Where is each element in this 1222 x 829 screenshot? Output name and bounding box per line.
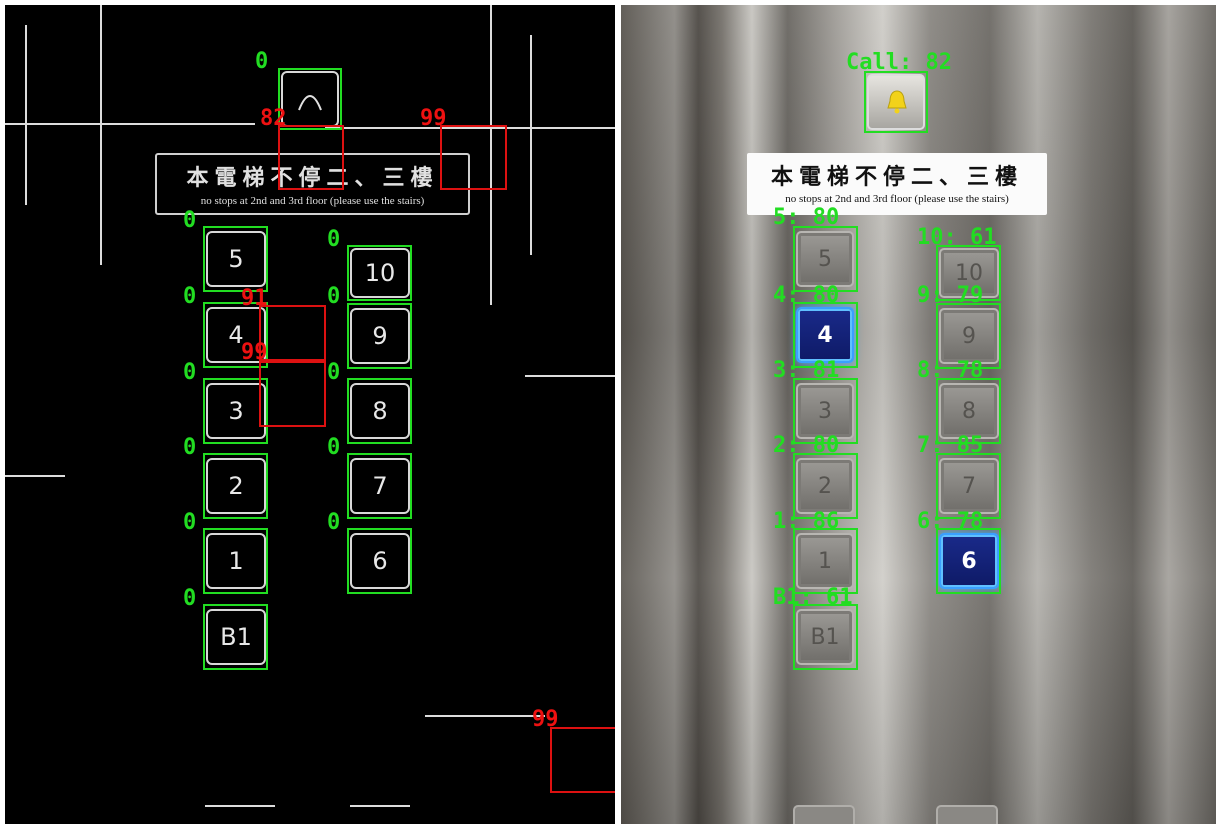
edge-noise [5, 475, 65, 477]
rejected-score: 99 [420, 106, 447, 131]
detection-score: 0 [327, 284, 341, 309]
edge-noise [25, 25, 27, 205]
detection-box [347, 528, 412, 594]
detection-label: 8: 78 [917, 358, 984, 383]
detection-label: 9: 79 [917, 283, 984, 308]
detection-label: B1: 61 [773, 585, 853, 610]
detection-label: 5: 80 [773, 205, 840, 230]
edge-noise [205, 805, 275, 807]
edge-noise [5, 123, 255, 125]
call-label: Call: 82 [846, 50, 952, 75]
call-score: 0 [255, 49, 269, 74]
rejected-box [550, 727, 615, 793]
detection-score: 0 [327, 510, 341, 535]
partial-button [793, 805, 855, 824]
detection-score: 0 [327, 360, 341, 385]
detection-score: 0 [183, 510, 197, 535]
detection-label: 1: 86 [773, 509, 840, 534]
detection-score: 0 [183, 360, 197, 385]
sign-title: 本電梯不停二、三樓 [770, 165, 1023, 190]
rejected-box [440, 125, 507, 190]
call-detection-box [278, 68, 342, 130]
detection-score: 0 [183, 284, 197, 309]
detection-box [203, 226, 268, 292]
rejected-score: 82 [260, 106, 287, 131]
detection-box [347, 453, 412, 519]
edge-noise [425, 715, 545, 717]
photo-panel: 本電梯不停二、三樓 no stops at 2nd and 3rd floor … [621, 5, 1216, 824]
detection-box [793, 604, 858, 670]
detection-label: 4: 80 [773, 283, 840, 308]
sign-subtitle: no stops at 2nd and 3rd floor (please us… [200, 195, 425, 207]
detection-score: 0 [183, 435, 197, 460]
edge-map-panel: 本電梯不停二、三樓 no stops at 2nd and 3rd floor … [5, 5, 615, 824]
detection-box [347, 245, 412, 301]
partial-button [936, 805, 998, 824]
detection-box [203, 604, 268, 670]
edge-noise [525, 375, 615, 377]
detection-box [203, 453, 268, 519]
detection-score: 0 [183, 208, 197, 233]
detection-label: 3: 81 [773, 358, 840, 383]
detection-label: 2: 80 [773, 433, 840, 458]
rejected-score: 99 [532, 707, 559, 732]
detection-box [936, 528, 1001, 594]
call-detection-box [864, 71, 928, 133]
detection-label: 10: 61 [917, 225, 997, 250]
detection-label: 6: 78 [917, 509, 984, 534]
rejected-score: 99 [241, 340, 268, 365]
detection-score: 0 [327, 227, 341, 252]
sign-subtitle: no stops at 2nd and 3rd floor (please us… [785, 193, 1009, 205]
edge-noise [530, 35, 532, 255]
rejected-score: 91 [241, 286, 268, 311]
rejected-box [278, 125, 344, 190]
edge-noise [100, 5, 102, 265]
detection-score: 0 [183, 586, 197, 611]
edge-noise [350, 805, 410, 807]
detection-label: 7: 85 [917, 433, 984, 458]
rejected-box [259, 361, 326, 427]
detection-box [347, 303, 412, 369]
rejected-box [259, 305, 326, 361]
detection-score: 0 [327, 435, 341, 460]
detection-box [347, 378, 412, 444]
detection-box [203, 528, 268, 594]
